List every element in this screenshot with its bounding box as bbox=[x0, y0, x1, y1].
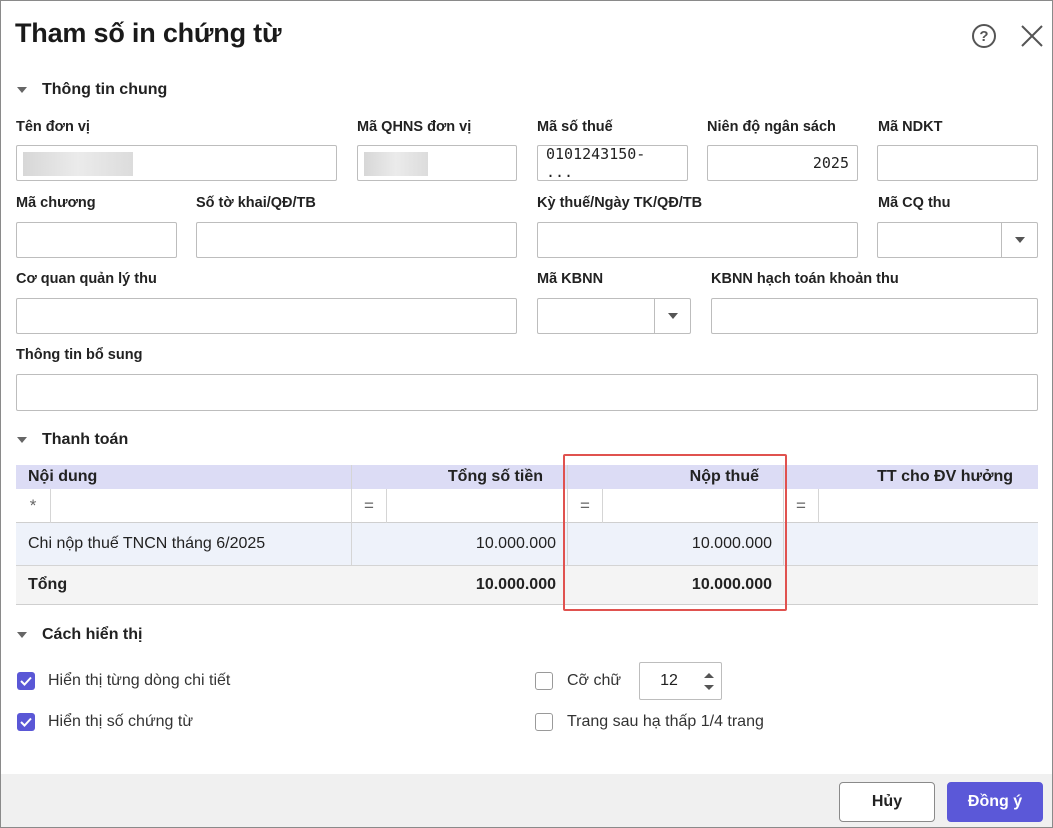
nien-do-label: Niên độ ngân sách bbox=[707, 119, 836, 135]
filter-row: * = = = bbox=[16, 489, 1038, 523]
lower-quarter-label: Trang sau hạ thấp 1/4 trang bbox=[567, 713, 764, 730]
kbnn-hach-toan-input[interactable] bbox=[711, 298, 1038, 334]
section-display[interactable]: Cách hiển thị bbox=[17, 626, 142, 644]
kbnn-hach-toan-label: KBNN hạch toán khoản thu bbox=[711, 271, 899, 287]
font-size-label: Cỡ chữ bbox=[567, 672, 622, 689]
total-row: Tổng 10.000.000 10.000.000 bbox=[16, 566, 1038, 605]
ma-ndkt-input[interactable] bbox=[877, 145, 1038, 181]
thong-tin-bo-sung-label: Thông tin bổ sung bbox=[16, 347, 143, 363]
ok-button[interactable]: Đồng ý bbox=[947, 782, 1043, 822]
show-doc-number-checkbox[interactable] bbox=[17, 713, 35, 731]
ma-chuong-input[interactable] bbox=[16, 222, 177, 258]
ten-don-vi-label: Tên đơn vị bbox=[16, 119, 90, 135]
cell-tt-dv-huong bbox=[783, 523, 1023, 565]
font-size-stepper[interactable]: 12 bbox=[639, 662, 722, 700]
ky-thue-input[interactable] bbox=[537, 222, 858, 258]
check-icon bbox=[20, 717, 32, 727]
cell-noi-dung: Chi nộp thuế TNCN tháng 6/2025 bbox=[28, 535, 266, 552]
ma-qhns-input[interactable] bbox=[357, 145, 517, 181]
ten-don-vi-input[interactable] bbox=[16, 145, 337, 181]
cancel-button[interactable]: Hủy bbox=[839, 782, 935, 822]
ky-thue-label: Kỳ thuế/Ngày TK/QĐ/TB bbox=[537, 195, 703, 211]
font-size-checkbox[interactable] bbox=[535, 672, 553, 690]
close-icon[interactable] bbox=[1019, 23, 1045, 49]
section-display-title: Cách hiển thị bbox=[42, 626, 143, 643]
col-header-tt-dv-huong[interactable]: TT cho ĐV hưởng bbox=[783, 465, 1013, 489]
dropdown-arrow-icon[interactable] bbox=[1001, 223, 1037, 257]
total-tong-so-tien: 10.000.000 bbox=[475, 576, 556, 593]
ma-chuong-label: Mã chương bbox=[16, 195, 96, 211]
section-payment[interactable]: Thanh toán bbox=[17, 431, 128, 449]
col-header-noi-dung[interactable]: Nội dung bbox=[28, 465, 348, 489]
check-icon bbox=[20, 676, 32, 686]
total-tt-dv-huong bbox=[783, 566, 1023, 604]
highlight-box-nop-thue bbox=[563, 454, 787, 611]
ma-ndkt-label: Mã NDKT bbox=[878, 119, 943, 135]
grid-header: Nội dung Tổng số tiền Nộp thuế TT cho ĐV… bbox=[16, 465, 1038, 489]
collapse-caret-icon bbox=[17, 632, 27, 638]
filter-symbol[interactable]: * bbox=[16, 489, 50, 523]
print-params-dialog: Tham số in chứng từ ? Thông tin chung Tê… bbox=[0, 0, 1053, 828]
col-header-tong-so-tien[interactable]: Tổng số tiền bbox=[351, 465, 543, 489]
ma-so-thue-input[interactable]: 0101243150- ... bbox=[537, 145, 688, 181]
co-quan-ql-thu-label: Cơ quan quản lý thu bbox=[16, 271, 157, 287]
nien-do-value: 2025 bbox=[812, 154, 849, 172]
cell-tong-so-tien: 10.000.000 bbox=[475, 535, 556, 552]
ma-qhns-label: Mã QHNS đơn vị bbox=[357, 119, 472, 135]
ma-cq-thu-label: Mã CQ thu bbox=[878, 195, 951, 211]
filter-symbol[interactable]: = bbox=[352, 489, 386, 523]
table-row[interactable]: Chi nộp thuế TNCN tháng 6/2025 10.000.00… bbox=[16, 523, 1038, 566]
so-to-khai-label: Số tờ khai/QĐ/TB bbox=[196, 195, 316, 211]
ma-kbnn-select[interactable] bbox=[537, 298, 691, 334]
stepper-up-icon bbox=[704, 673, 714, 678]
thong-tin-bo-sung-input[interactable] bbox=[16, 374, 1038, 411]
stepper-down-icon bbox=[704, 685, 714, 690]
total-label: Tổng bbox=[28, 576, 68, 593]
lower-quarter-checkbox[interactable] bbox=[535, 713, 553, 731]
filter-symbol[interactable]: = bbox=[784, 489, 818, 523]
help-icon[interactable]: ? bbox=[972, 24, 996, 48]
collapse-caret-icon bbox=[17, 87, 27, 93]
ma-cq-thu-select[interactable] bbox=[877, 222, 1038, 258]
so-to-khai-input[interactable] bbox=[196, 222, 517, 258]
dialog-title: Tham số in chứng từ bbox=[15, 18, 282, 48]
font-size-value[interactable]: 12 bbox=[640, 663, 698, 699]
section-general[interactable]: Thông tin chung bbox=[17, 81, 167, 99]
co-quan-ql-thu-input[interactable] bbox=[16, 298, 517, 334]
show-detail-lines-label: Hiển thị từng dòng chi tiết bbox=[48, 672, 231, 689]
section-general-title: Thông tin chung bbox=[42, 81, 168, 98]
collapse-caret-icon bbox=[17, 437, 27, 443]
ma-kbnn-label: Mã KBNN bbox=[537, 271, 604, 287]
show-doc-number-label: Hiển thị số chứng từ bbox=[48, 713, 194, 730]
nien-do-input[interactable]: 2025 bbox=[707, 145, 858, 181]
ma-so-thue-value: 0101243150- ... bbox=[546, 145, 646, 181]
ma-so-thue-label: Mã số thuế bbox=[537, 119, 613, 135]
redacted-value bbox=[364, 152, 428, 176]
section-payment-title: Thanh toán bbox=[42, 431, 129, 448]
dropdown-arrow-icon[interactable] bbox=[654, 299, 690, 333]
redacted-value bbox=[23, 152, 133, 176]
show-detail-lines-checkbox[interactable] bbox=[17, 672, 35, 690]
